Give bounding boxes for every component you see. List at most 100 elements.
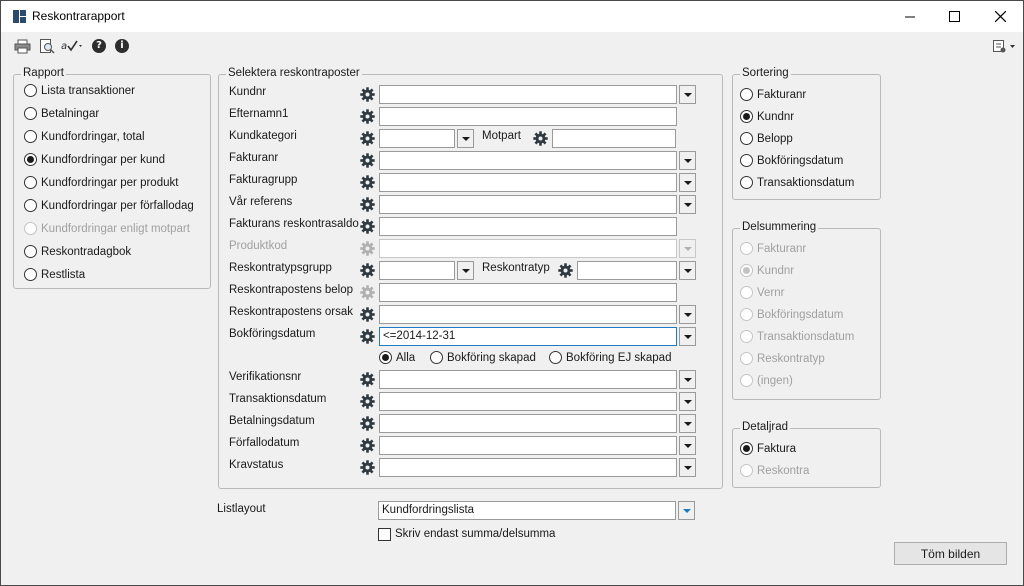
report-window: Reskontrarapport a ? i Rapport Lista tra… [0, 0, 1024, 586]
detaljrad-option[interactable]: Faktura [740, 442, 796, 455]
rapport-radio[interactable] [24, 130, 37, 143]
rapport-option[interactable]: Restlista [24, 268, 85, 281]
gear-icon[interactable] [533, 131, 548, 146]
gear-icon[interactable] [360, 372, 375, 387]
listlayout-dropdown-button[interactable] [678, 501, 695, 520]
print-preview-button[interactable] [38, 37, 56, 55]
info-button[interactable]: i [114, 37, 130, 55]
rapport-radio[interactable] [24, 153, 37, 166]
sortering-radio[interactable] [740, 110, 753, 123]
gear-icon[interactable] [360, 460, 375, 475]
criteria-field[interactable] [379, 458, 677, 477]
rapport-radio[interactable] [24, 176, 37, 189]
booking-option[interactable]: Alla [379, 351, 415, 364]
dropdown-button[interactable] [679, 261, 696, 280]
dropdown-button[interactable] [457, 261, 474, 280]
criteria-field[interactable] [379, 283, 677, 302]
gear-icon[interactable] [360, 175, 375, 190]
booking-radio[interactable] [379, 351, 392, 364]
help-button[interactable]: ? [91, 37, 107, 55]
criteria-field[interactable] [379, 173, 677, 192]
dropdown-button[interactable] [457, 129, 474, 148]
criteria-field[interactable] [379, 261, 455, 280]
window-title: Reskontrarapport [32, 9, 125, 23]
gear-icon[interactable] [360, 394, 375, 409]
gear-icon[interactable] [360, 109, 375, 124]
criteria-field[interactable] [379, 85, 677, 104]
dropdown-button[interactable] [679, 414, 696, 433]
gear-icon[interactable] [360, 153, 375, 168]
split-criteria-field[interactable] [577, 261, 677, 280]
dropdown-button[interactable] [679, 327, 696, 346]
criteria-field[interactable] [379, 151, 677, 170]
dropdown-button[interactable] [679, 392, 696, 411]
rapport-option[interactable]: Kundfordringar per produkt [24, 176, 178, 189]
criteria-field[interactable] [379, 107, 677, 126]
criteria-field[interactable] [379, 129, 455, 148]
rapport-radio[interactable] [24, 199, 37, 212]
criteria-field[interactable] [379, 217, 677, 236]
rapport-radio[interactable] [24, 268, 37, 281]
gear-icon[interactable] [360, 416, 375, 431]
booking-radio[interactable] [430, 351, 443, 364]
dropdown-button[interactable] [679, 370, 696, 389]
close-button[interactable] [977, 1, 1023, 32]
maximize-button[interactable] [931, 1, 977, 32]
gear-icon[interactable] [360, 131, 375, 146]
sortering-option[interactable]: Transaktionsdatum [740, 176, 854, 189]
dropdown-button[interactable] [679, 85, 696, 104]
summary-only-checkbox[interactable] [378, 528, 391, 541]
dropdown-button[interactable] [679, 458, 696, 477]
gear-icon[interactable] [360, 263, 375, 278]
booking-option[interactable]: Bokföring EJ skapad [549, 351, 671, 364]
criteria-field[interactable] [379, 436, 677, 455]
criteria-field[interactable]: <=2014-12-31 [379, 327, 677, 346]
sortering-option[interactable]: Fakturanr [740, 88, 806, 101]
minimize-button[interactable] [887, 1, 933, 32]
booking-radio[interactable] [549, 351, 562, 364]
rapport-radio[interactable] [24, 84, 37, 97]
rapport-option[interactable]: Betalningar [24, 107, 99, 120]
gear-icon[interactable] [360, 307, 375, 322]
rapport-option[interactable]: Kundfordringar, total [24, 130, 145, 143]
rapport-option[interactable]: Kundfordringar per förfallodag [24, 199, 194, 212]
print-button[interactable] [13, 37, 31, 55]
dropdown-button[interactable] [679, 195, 696, 214]
rapport-option[interactable]: Kundfordringar per kund [24, 153, 165, 166]
clear-form-button[interactable]: Töm bilden [894, 542, 1007, 565]
criteria-field[interactable] [379, 414, 677, 433]
sortering-option[interactable]: Bokföringsdatum [740, 154, 843, 167]
gear-icon[interactable] [360, 87, 375, 102]
sortering-radio[interactable] [740, 88, 753, 101]
sortering-group: Sortering Fakturanr Kundnr Belopp Bokföring… [732, 67, 881, 200]
gear-icon[interactable] [360, 329, 375, 344]
criteria-field[interactable] [379, 195, 677, 214]
dropdown-button[interactable] [679, 151, 696, 170]
spell-check-button[interactable]: a [61, 37, 85, 55]
gear-icon[interactable] [360, 219, 375, 234]
gear-icon[interactable] [360, 197, 375, 212]
criteria-field[interactable] [379, 305, 677, 324]
settings-menu-button[interactable] [989, 37, 1019, 55]
rapport-radio[interactable] [24, 245, 37, 258]
listlayout-field[interactable]: Kundfordringslista [378, 501, 676, 520]
split-criteria-field[interactable] [552, 129, 676, 148]
booking-option-label: Alla [396, 351, 416, 364]
rapport-option[interactable]: Reskontradagbok [24, 245, 131, 258]
gear-icon[interactable] [558, 263, 573, 278]
sortering-radio[interactable] [740, 132, 753, 145]
sortering-radio[interactable] [740, 154, 753, 167]
criteria-field[interactable] [379, 392, 677, 411]
dropdown-button[interactable] [679, 173, 696, 192]
detaljrad-radio[interactable] [740, 442, 753, 455]
gear-icon[interactable] [360, 438, 375, 453]
rapport-option[interactable]: Lista transaktioner [24, 84, 135, 97]
dropdown-button[interactable] [679, 305, 696, 324]
criteria-field[interactable] [379, 370, 677, 389]
sortering-option[interactable]: Kundnr [740, 110, 794, 123]
booking-option[interactable]: Bokföring skapad [430, 351, 536, 364]
sortering-option[interactable]: Belopp [740, 132, 793, 145]
rapport-radio[interactable] [24, 107, 37, 120]
dropdown-button[interactable] [679, 436, 696, 455]
sortering-radio[interactable] [740, 176, 753, 189]
